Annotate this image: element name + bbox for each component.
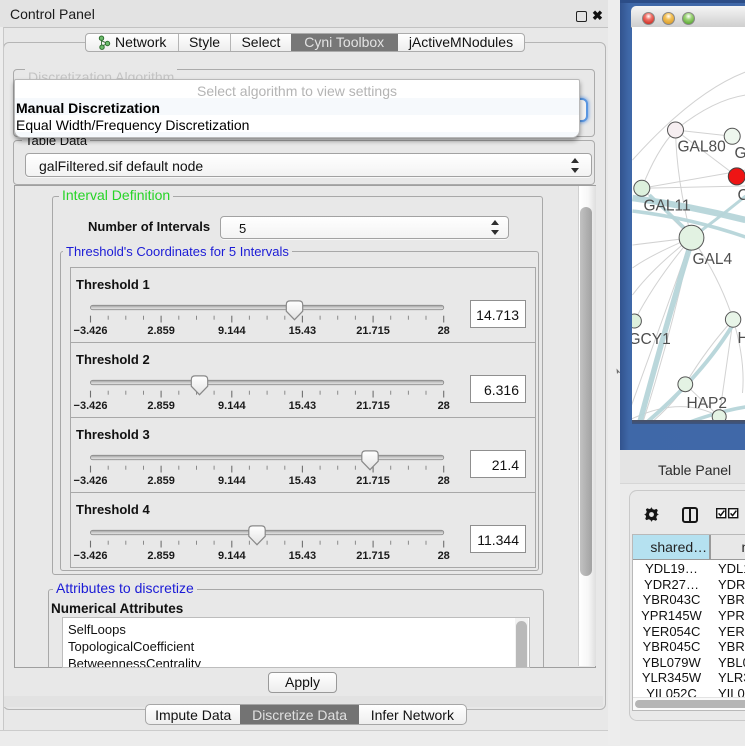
svg-text:GCY1: GCY1 xyxy=(632,331,671,348)
svg-text:H: H xyxy=(737,330,745,347)
svg-text:GAL80: GAL80 xyxy=(677,139,726,156)
svg-text:GAL4: GAL4 xyxy=(692,251,732,268)
svg-text:HAP2: HAP2 xyxy=(686,395,727,412)
svg-text:C: C xyxy=(737,187,745,204)
svg-text:GA: GA xyxy=(734,145,745,162)
svg-text:GAL11: GAL11 xyxy=(643,198,690,215)
